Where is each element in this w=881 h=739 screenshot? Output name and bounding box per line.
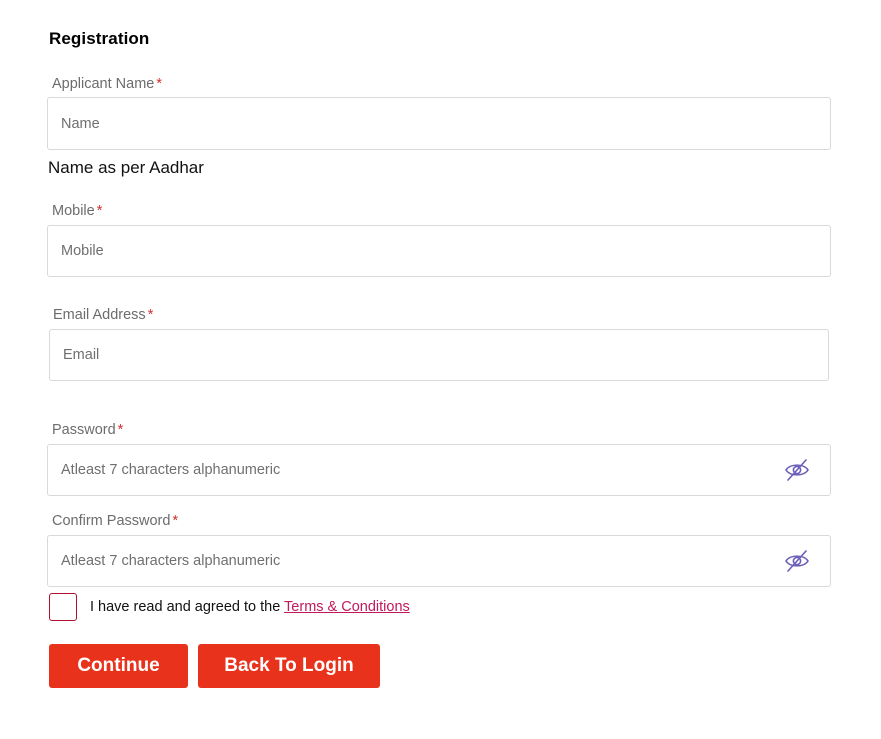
- required-mark: *: [117, 422, 124, 438]
- email-label-text: Email Address: [53, 307, 146, 323]
- password-field: [47, 444, 831, 496]
- terms-text: I have read and agreed to the Terms & Co…: [90, 599, 410, 615]
- terms-checkbox[interactable]: [49, 593, 77, 621]
- applicant-name-label-text: Applicant Name: [52, 76, 155, 92]
- terms-link[interactable]: Terms & Conditions: [284, 599, 410, 615]
- email-input[interactable]: [50, 330, 828, 380]
- confirm-password-label-text: Confirm Password: [52, 513, 171, 529]
- required-mark: *: [156, 76, 163, 92]
- email-label: Email Address *: [53, 307, 153, 323]
- registration-page: Registration Applicant Name* Name as per…: [0, 0, 881, 739]
- applicant-name-hint: Name as per Aadhar: [48, 158, 204, 177]
- confirm-password-field: [47, 535, 831, 587]
- mobile-field: [47, 225, 831, 277]
- email-field: [49, 329, 829, 381]
- eye-slash-icon[interactable]: [784, 548, 810, 574]
- page-title: Registration: [49, 29, 150, 48]
- password-label-text: Password: [52, 422, 116, 438]
- applicant-name-input[interactable]: [48, 98, 830, 149]
- required-mark: *: [147, 307, 154, 323]
- mobile-label-text: Mobile: [52, 203, 95, 219]
- terms-agree-text: I have read and agreed to the: [90, 599, 281, 615]
- password-input[interactable]: [48, 445, 830, 495]
- required-mark: *: [96, 203, 103, 219]
- applicant-name-field: [47, 97, 831, 150]
- password-label: Password *: [52, 422, 123, 438]
- confirm-password-input[interactable]: [48, 536, 830, 586]
- mobile-label: Mobile *: [52, 203, 102, 219]
- mobile-input[interactable]: [48, 226, 830, 276]
- required-mark: *: [172, 513, 179, 529]
- back-to-login-button[interactable]: Back To Login: [198, 644, 380, 688]
- continue-button[interactable]: Continue: [49, 644, 188, 688]
- eye-slash-icon[interactable]: [784, 457, 810, 483]
- applicant-name-label: Applicant Name *: [52, 76, 162, 92]
- confirm-password-label: Confirm Password *: [52, 513, 178, 529]
